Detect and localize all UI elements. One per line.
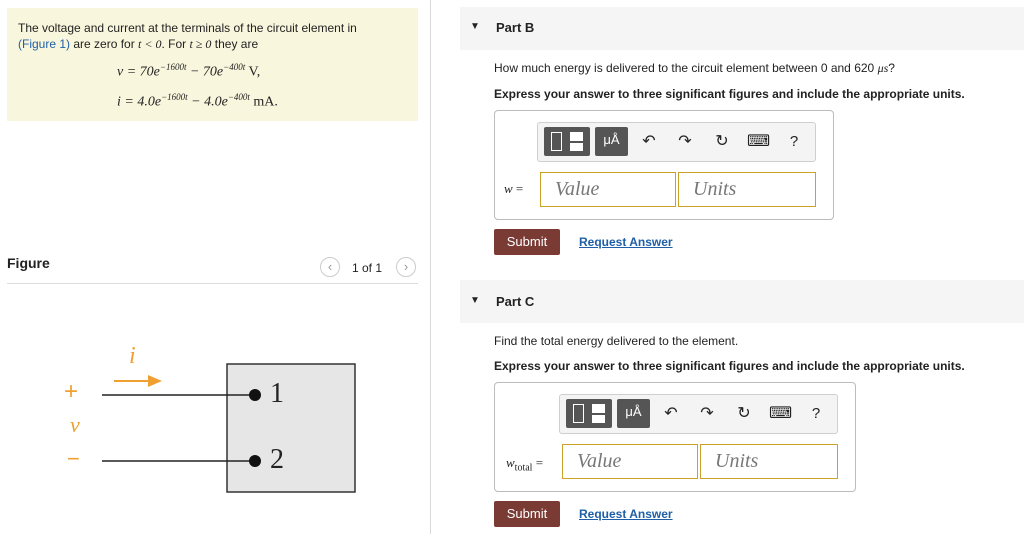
current-arrow-icon [148,375,162,387]
eq-i-exp1: −1600t [161,92,188,102]
part-b-instruction: Express your answer to three significant… [494,87,965,101]
redo-icon[interactable]: ↷ [696,403,718,425]
next-figure-button[interactable]: › [396,257,416,277]
part-c-submit-button[interactable]: Submit [494,501,560,527]
part-c-title: Part C [496,294,535,309]
eq-v-unit: V, [245,64,261,80]
templates-button[interactable] [544,127,590,156]
part-c-header[interactable] [460,280,1024,323]
part-b-question-unit: μs [877,61,889,75]
part-c-request-answer-link[interactable]: Request Answer [579,507,673,521]
plus-sign: + [64,378,79,405]
units-button[interactable]: μÅ [595,127,628,156]
figure-title: Figure [7,255,50,271]
condition-t-negative: t < 0 [138,37,162,51]
minus-sign: − [67,446,80,471]
part-b-title: Part B [496,20,535,35]
reset-icon[interactable]: ↻ [711,131,733,153]
part-b-submit-button[interactable]: Submit [494,229,560,255]
templates-button[interactable] [566,399,612,428]
chevron-right-icon: › [403,259,409,274]
eq-i-unit: mA. [249,94,278,110]
part-c-var-subscript: total [514,462,533,474]
part-b-request-answer-link[interactable]: Request Answer [579,235,673,249]
eq-v-exp1: −1600t [159,62,187,72]
circuit-figure [102,363,356,493]
eq-i-lhs: i = 4.0e [117,94,162,110]
part-c-units-input[interactable]: Units [700,444,838,479]
keyboard-icon[interactable]: ⌨ [769,403,792,425]
problem-line1: The voltage and current at the terminals… [18,21,357,35]
part-b-header[interactable] [460,7,1024,50]
figure-link[interactable]: (Figure 1) [18,37,70,51]
part-b-variable-label: w = [504,181,524,196]
current-label: i [129,343,136,369]
collapse-icon[interactable]: ▼ [470,295,480,306]
undo-icon[interactable]: ↶ [638,131,660,153]
part-b-units-input[interactable]: Units [678,172,816,207]
reset-icon[interactable]: ↻ [733,403,755,425]
part-b-question: How much energy is delivered to the circ… [494,61,895,76]
column-divider [430,0,431,534]
condition-t-nonnegative: t ≥ 0 [189,37,212,51]
current-equation: i = 4.0e−1600t − 4.0e−400t mA. [117,92,278,111]
terminal-2-label: 2 [270,444,284,475]
prev-figure-button[interactable]: ‹ [320,257,340,277]
voltage-equation: v = 70e−1600t − 70e−400t V, [117,62,260,81]
part-b-question-text: How much energy is delivered to the circ… [494,61,878,75]
help-icon[interactable]: ? [783,131,805,153]
problem-text: The voltage and current at the terminals… [18,20,413,52]
help-icon[interactable]: ? [805,403,827,425]
figure-divider [7,283,418,284]
part-c-instruction: Express your answer to three significant… [494,359,965,373]
eq-v-exp2: −400t [223,62,246,72]
units-button[interactable]: μÅ [617,399,650,428]
terminal-1-label: 1 [270,378,284,409]
eq-i-mid: − 4.0e [187,94,228,110]
part-c-question: Find the total energy delivered to the e… [494,334,739,348]
eq-i-exp2: −400t [227,92,250,102]
part-b-value-input[interactable]: Value [540,172,676,207]
circuit-element-box [226,363,356,493]
figure-page-indicator: 1 of 1 [352,261,383,275]
part-c-value-input[interactable]: Value [562,444,698,479]
problem-line2a: are zero for [70,37,139,51]
chevron-left-icon: ‹ [327,259,333,274]
keyboard-icon[interactable]: ⌨ [747,131,770,153]
terminal-1-dot [249,389,261,401]
undo-icon[interactable]: ↶ [660,403,682,425]
problem-line2c: they are [211,37,259,51]
collapse-icon[interactable]: ▼ [470,21,480,32]
problem-line2b: . For [161,37,190,51]
terminal-2-dot [249,455,261,467]
part-c-variable-label: wtotal = [506,455,544,474]
part-b-var: w [504,181,513,196]
voltage-label: v [70,412,80,437]
part-c-var: w [506,455,515,470]
eq-v-lhs: v = 70e [117,64,160,80]
part-b-question-end: ? [888,61,895,75]
eq-v-mid: − 70e [186,64,224,80]
redo-icon[interactable]: ↷ [674,131,696,153]
